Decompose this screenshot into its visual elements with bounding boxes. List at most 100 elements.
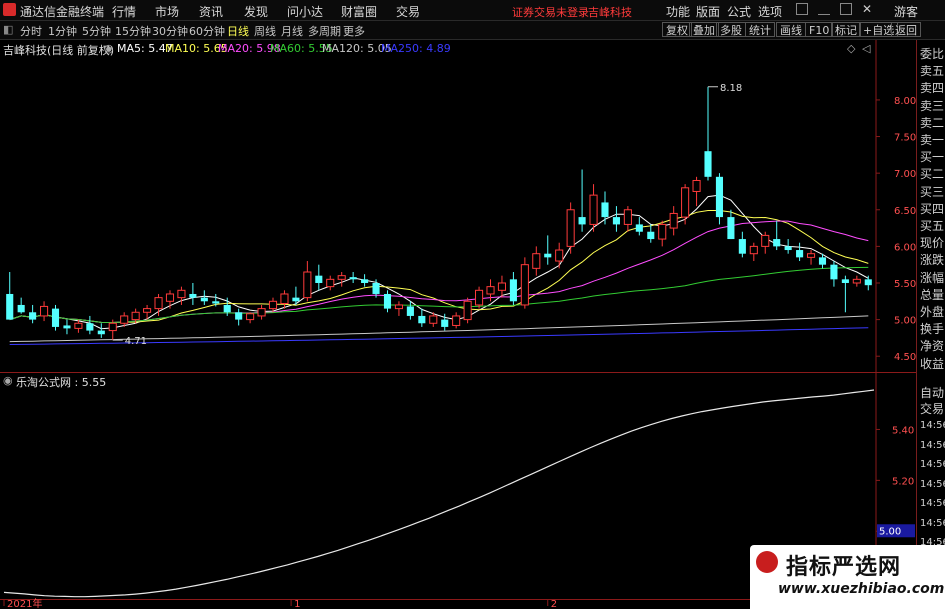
menu-item-gongneng[interactable]: 功能 [666,3,690,20]
trade-time: 14:56 [920,498,945,509]
menu-item-wenxiaoda[interactable]: 问小达 [287,3,323,20]
price-tick-label: 8.00 [894,96,916,107]
menu-item-faxian[interactable]: 发现 [244,3,268,20]
back-button[interactable]: 返回 [891,22,921,37]
minimize-icon[interactable] [818,3,830,15]
trade-time: 14:56 [920,517,945,529]
candle-body [108,322,117,332]
menu-icon[interactable] [796,3,808,15]
candle-body [292,297,300,302]
candle-body [154,297,163,310]
statistics-button[interactable]: 统计 [745,22,775,37]
tab-monthly[interactable]: 月线 [281,23,303,39]
collapse-icon[interactable]: ◧ [3,23,13,36]
f10-button[interactable]: F10 [805,22,834,37]
draw-line-button[interactable]: 画线 [776,22,806,37]
candle-body [120,315,129,324]
candle-body [669,212,678,229]
menu-item-shichang[interactable]: 市场 [155,3,179,20]
overlay-button[interactable]: 叠加 [689,22,719,37]
tab-fenshi[interactable]: 分时 [20,23,42,39]
sub-indicator-line [3,389,875,598]
adjust-button[interactable]: 复权 [662,22,692,37]
high-price-label: 8.18 [720,83,742,94]
trade-status-text[interactable]: 证券交易未登录 [512,4,589,20]
candle-body [555,249,564,262]
candle-body [830,264,838,280]
candle-body [623,209,632,225]
quote-field-label: 涨幅 [920,270,945,285]
candle-body [806,253,816,258]
tab-1min[interactable]: 1分钟 [48,23,77,39]
price-tick-label: 7.50 [894,133,916,144]
diamond-icon[interactable]: ◇ [847,42,855,55]
candle-body [715,176,724,218]
date-tick-label: 2 [551,599,557,609]
candle-body [189,293,197,298]
menu-item-jiaoyi[interactable]: 交易 [396,3,420,20]
watermark-url: www.xuezhibiao.com [778,581,945,597]
menu-item-banmian[interactable]: 版面 [696,3,720,20]
trade-time: 14:56 [920,459,945,470]
quote-field-label[interactable]: 交易 [920,400,944,417]
quote-field-label: 换手 [920,322,945,337]
guest-label[interactable]: 游客 [894,3,918,20]
low-price-label: 4.71 [125,336,147,347]
tab-more[interactable]: 更多 [343,23,365,39]
candle-body [692,179,701,192]
tab-30min[interactable]: 30分钟 [152,23,188,39]
collapse-panel-icon[interactable]: ◁ [862,42,870,55]
tab-daily[interactable]: 日线 [227,23,249,39]
candle-body [852,278,861,284]
quote-field-label: 委比 [920,47,945,61]
candle-body [315,275,323,283]
quote-field-label: 外盘 [920,305,945,319]
quote-field-label[interactable]: 自动 [920,384,944,401]
candle-body [818,257,827,265]
period-toolbar: ◧ 分时 1分钟 5分钟 15分钟 30分钟 60分钟 日线 周线 月线 多周期… [0,21,945,40]
quote-field-label: 卖四 [920,81,945,96]
tab-weekly[interactable]: 周线 [254,23,276,39]
date-axis: 2021年 1 2 [3,597,557,609]
tab-15min[interactable]: 15分钟 [115,23,151,39]
multi-stock-button[interactable]: 多股 [716,22,746,37]
mark-button[interactable]: 标记 [831,22,861,37]
menu-item-hangqing[interactable]: 行情 [112,3,136,20]
kline-chart[interactable]: 8.00 7.50 7.00 6.50 6.00 5.50 5.00 4.50 5.40 5.2… [0,40,916,609]
candle-body [796,250,804,258]
quote-field-label: 买五 [920,219,945,233]
settings-icon[interactable]: ◉ [104,42,114,55]
stock-label: 吉峰科技(日线 前复权) [3,44,115,57]
candle-body [349,277,357,280]
close-icon[interactable]: ✕ [862,3,874,15]
menu-item-caifuquan[interactable]: 财富圈 [341,3,377,20]
candle-body [841,279,849,283]
quote-field-label: 收益 [920,356,945,371]
candle-body [97,330,105,335]
ma-indicator-bar: 吉峰科技(日线 前复权) ◉ MA5: 5.47 MA10: 5.65 MA20… [0,40,880,57]
sub-settings-icon[interactable]: ◉ [3,374,13,387]
tab-5min[interactable]: 5分钟 [82,23,111,39]
price-tick-label: 5.50 [894,279,916,290]
indicator-line [3,389,875,598]
candle-body [212,301,220,304]
candle-body [51,308,60,327]
tab-60min[interactable]: 60分钟 [189,23,225,39]
candle-body [235,312,243,320]
price-annotations: 8.18 4.71 [112,83,742,347]
candle-body [704,151,712,177]
quote-field-label: 涨跌 [920,253,945,268]
candle-body [544,253,552,258]
moving-average-lines [9,194,869,345]
candle-body [63,325,71,329]
maximize-icon[interactable] [840,3,852,15]
tab-multi-period[interactable]: 多周期 [308,23,341,39]
app-logo-icon [3,3,16,16]
trade-time: 14:56 [920,439,945,451]
candle-body [303,271,312,299]
quote-field-label: 总量 [920,287,945,302]
candle-body [761,234,770,247]
menu-item-xuanxiang[interactable]: 选项 [758,3,782,20]
menu-item-zixun[interactable]: 资讯 [199,3,223,20]
menu-item-gongshi[interactable]: 公式 [727,3,751,20]
